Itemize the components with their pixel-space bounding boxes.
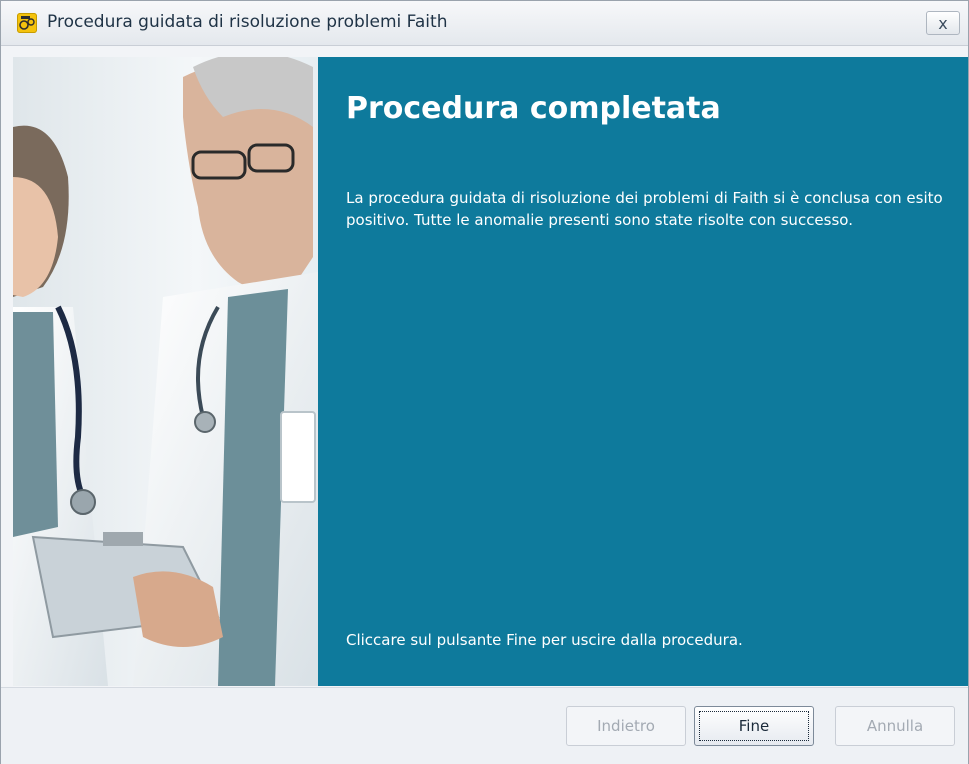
cancel-button-label: Annulla [866,717,924,735]
cancel-button[interactable]: Annulla [835,706,955,746]
faith-app-icon [17,13,37,33]
finish-button-label: Fine [738,717,770,735]
close-icon: x [938,14,948,33]
page-title: Procedura completata [346,91,721,126]
button-bar: Indietro Fine Annulla [1,687,968,764]
finish-instruction: Cliccare sul pulsante Fine per uscire da… [346,631,743,649]
back-button[interactable]: Indietro [566,706,686,746]
finish-button[interactable]: Fine [694,706,814,746]
back-button-label: Indietro [597,717,655,735]
wizard-window: Procedura guidata di risoluzione problem… [0,0,969,764]
title-bar[interactable]: Procedura guidata di risoluzione problem… [1,1,968,46]
window-title: Procedura guidata di risoluzione problem… [47,12,448,32]
doctors-photo [13,57,318,686]
completion-description: La procedura guidata di risoluzione dei … [346,189,943,229]
close-button[interactable]: x [926,11,960,35]
content-panel: Procedura completata La procedura guidat… [318,57,968,686]
